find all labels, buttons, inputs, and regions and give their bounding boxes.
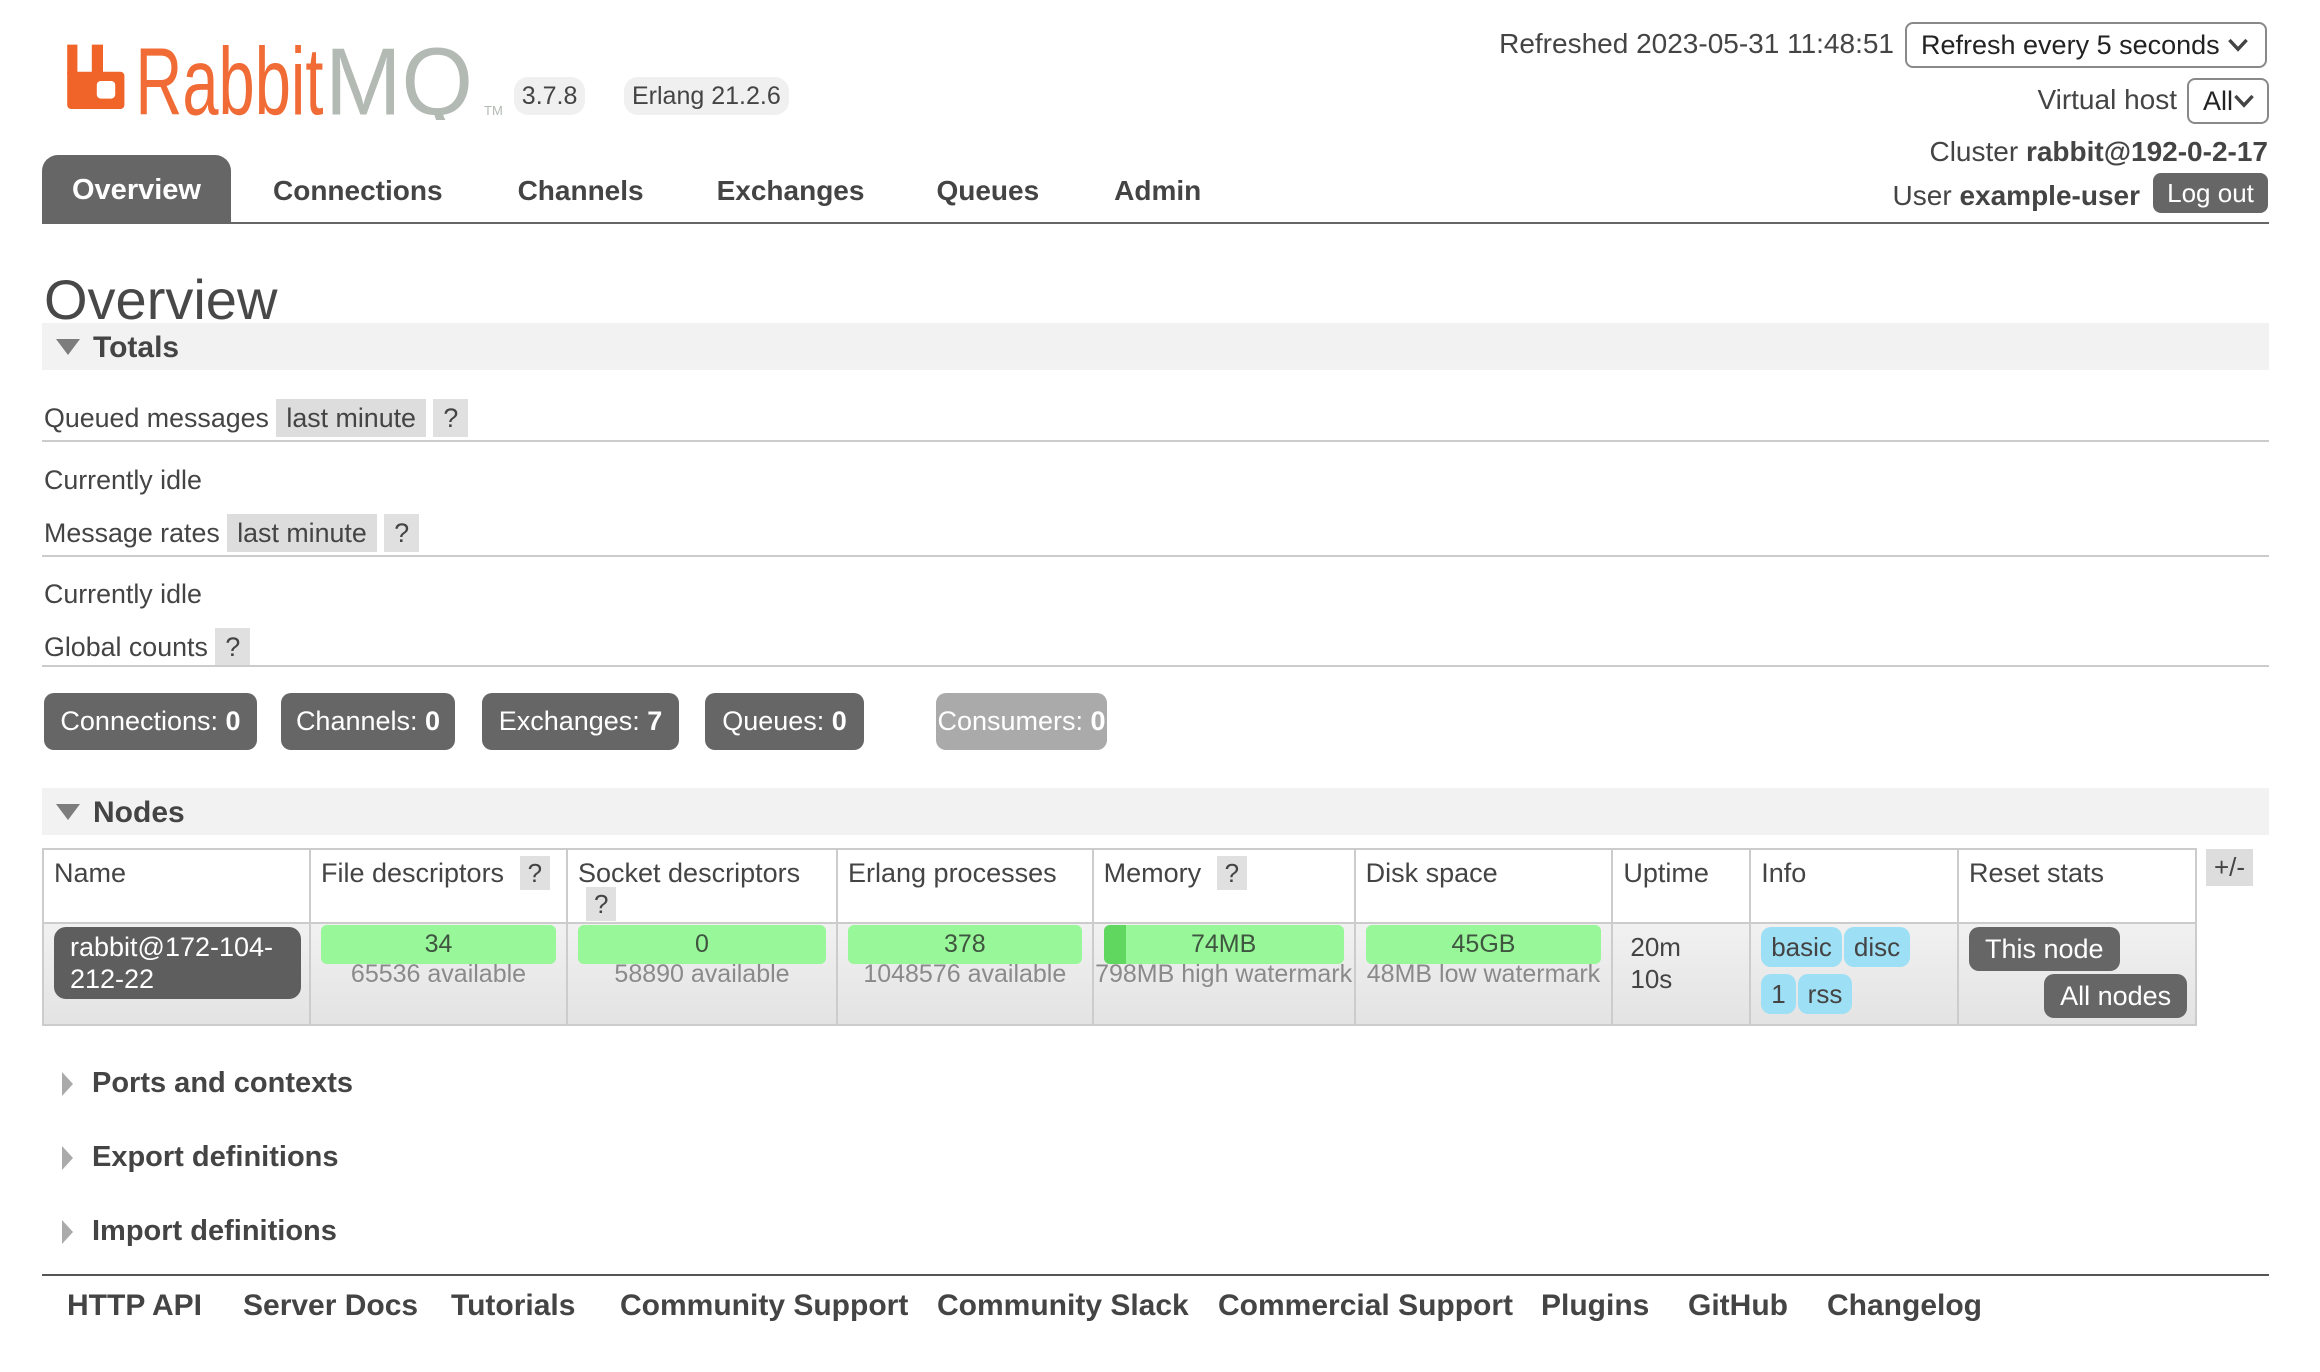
svg-text:Rabbit: Rabbit: [135, 36, 323, 120]
svg-text:MQ: MQ: [325, 36, 473, 120]
svg-text:TM: TM: [484, 103, 503, 118]
